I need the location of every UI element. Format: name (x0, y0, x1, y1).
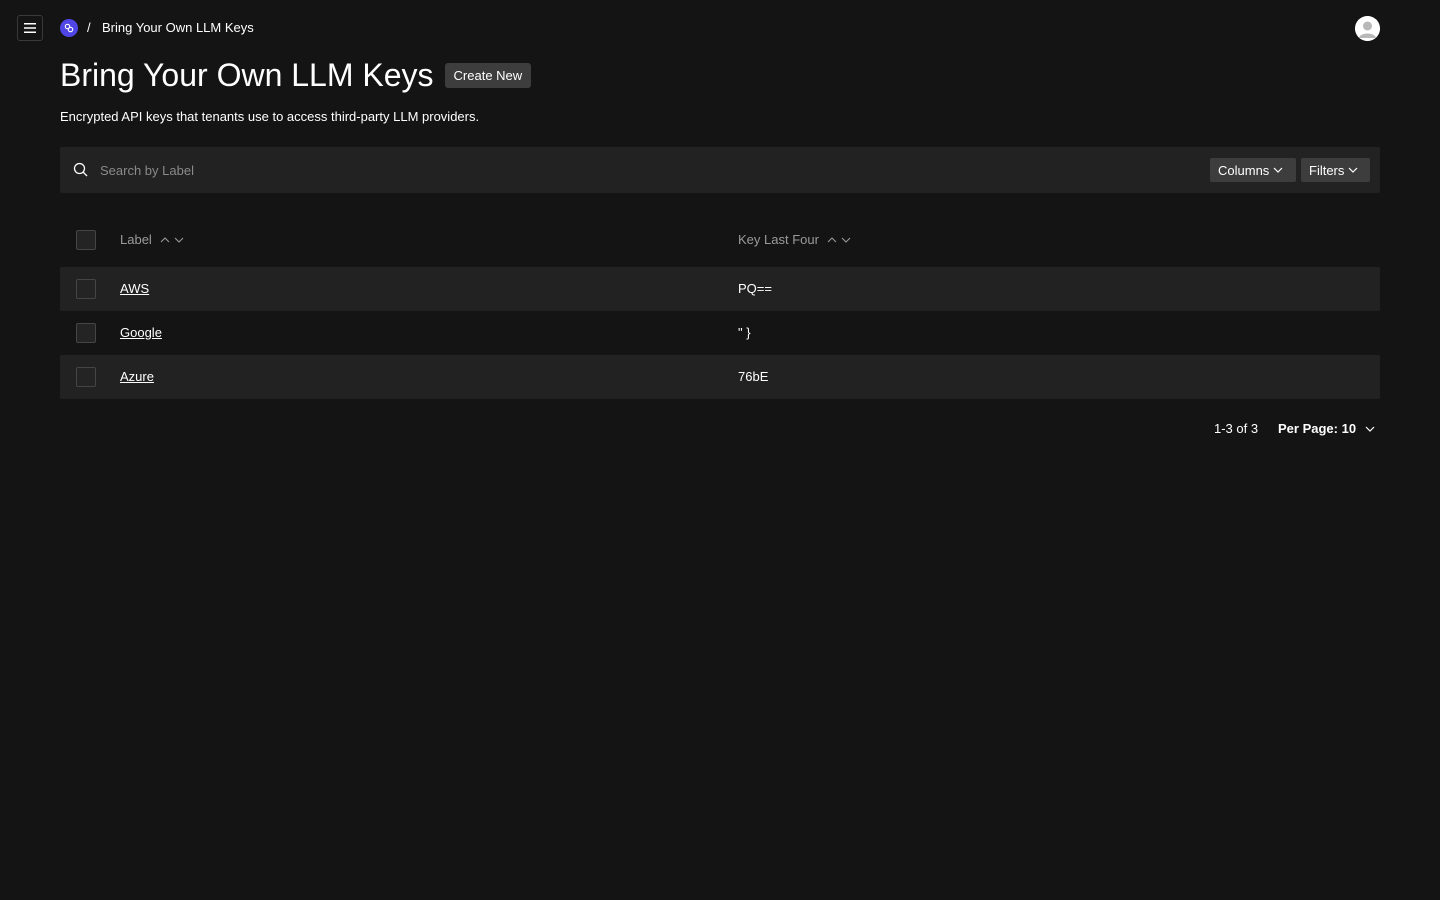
search-toolbar: Columns Filters (60, 147, 1380, 193)
row-label-link[interactable]: AWS (120, 281, 149, 296)
user-avatar-icon[interactable] (1355, 16, 1380, 41)
per-page-label: Per Page: 10 (1278, 421, 1357, 436)
sort-ascending-icon[interactable] (160, 236, 170, 243)
sort-controls[interactable] (827, 236, 851, 243)
column-header-label-text: Label (120, 232, 152, 247)
table-row: AWS PQ== (60, 267, 1380, 311)
breadcrumb-separator: / (87, 20, 91, 35)
menu-button[interactable] (17, 15, 43, 41)
sort-descending-icon[interactable] (174, 237, 184, 243)
chevron-down-icon (1273, 167, 1283, 173)
hamburger-menu-icon (24, 23, 36, 33)
row-key-last-four: " } (738, 325, 751, 340)
columns-button[interactable]: Columns (1210, 158, 1296, 182)
sort-ascending-icon[interactable] (827, 236, 837, 243)
row-key-last-four: 76bE (738, 369, 769, 384)
row-checkbox[interactable] (76, 323, 96, 343)
top-bar: / Bring Your Own LLM Keys (0, 0, 1440, 56)
column-header-key-last-four-text: Key Last Four (738, 232, 819, 247)
columns-button-label: Columns (1218, 162, 1270, 178)
title-row: Bring Your Own LLM Keys Create New (60, 56, 532, 94)
chevron-down-icon (1348, 167, 1358, 173)
table-row: Azure 76bE (60, 355, 1380, 399)
filters-button[interactable]: Filters (1301, 158, 1370, 182)
column-header-label: Label (120, 232, 184, 247)
select-all-checkbox[interactable] (76, 230, 96, 250)
filters-button-label: Filters (1309, 162, 1345, 178)
app-logo-icon[interactable] (60, 19, 78, 37)
row-label-link[interactable]: Google (120, 325, 162, 340)
breadcrumb-current: Bring Your Own LLM Keys (102, 20, 254, 35)
sort-descending-icon[interactable] (841, 237, 851, 243)
search-input[interactable] (100, 159, 1200, 181)
search-icon (73, 162, 88, 177)
table-header: Label Key Last Four (60, 218, 1380, 262)
row-key-last-four: PQ== (738, 281, 772, 296)
row-checkbox[interactable] (76, 367, 96, 387)
per-page-select[interactable]: Per Page: 10 (1278, 421, 1375, 436)
row-checkbox[interactable] (76, 279, 96, 299)
row-label-link[interactable]: Azure (120, 369, 154, 384)
table-row: Google " } (60, 311, 1380, 355)
page-title: Bring Your Own LLM Keys (60, 57, 434, 93)
column-header-key-last-four: Key Last Four (738, 232, 851, 247)
page-description: Encrypted API keys that tenants use to a… (60, 109, 480, 124)
chevron-down-icon (1365, 426, 1375, 432)
create-new-button[interactable]: Create New (444, 62, 532, 88)
sort-controls[interactable] (160, 236, 184, 243)
pagination-range: 1-3 of 3 (1214, 421, 1259, 436)
